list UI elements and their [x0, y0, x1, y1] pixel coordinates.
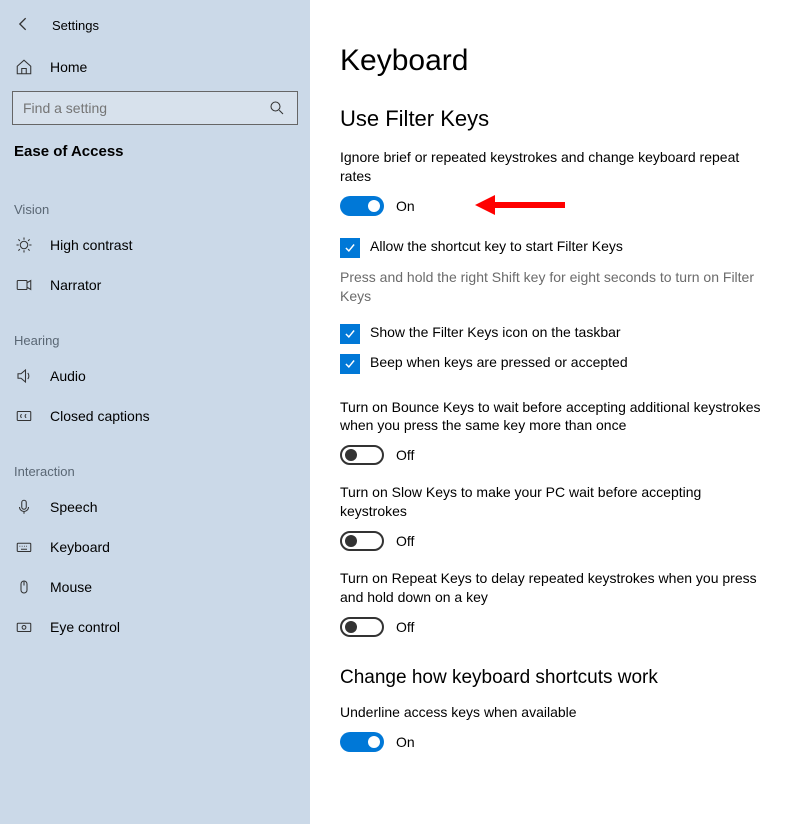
audio-icon — [14, 366, 34, 386]
speech-icon — [14, 497, 34, 517]
slow-desc: Turn on Slow Keys to make your PC wait b… — [340, 483, 771, 521]
nav-label: Narrator — [50, 277, 101, 293]
app-title: Settings — [52, 18, 99, 33]
group-interaction: Interaction — [0, 436, 310, 487]
shortcuts-heading: Change how keyboard shortcuts work — [340, 667, 771, 689]
underline-toggle[interactable] — [340, 732, 384, 752]
allow-shortcut-sub: Press and hold the right Shift key for e… — [340, 268, 771, 306]
sidebar-item-narrator[interactable]: Narrator — [0, 265, 310, 305]
search-icon — [267, 98, 287, 118]
mouse-icon — [14, 577, 34, 597]
filter-toggle-row: On — [340, 196, 771, 216]
filter-desc: Ignore brief or repeated keystrokes and … — [340, 148, 771, 186]
sidebar-item-eye-control[interactable]: Eye control — [0, 607, 310, 647]
sidebar-item-keyboard[interactable]: Keyboard — [0, 527, 310, 567]
sidebar-item-audio[interactable]: Audio — [0, 356, 310, 396]
allow-shortcut-row: Allow the shortcut key to start Filter K… — [340, 238, 771, 258]
slow-toggle-label: Off — [396, 533, 414, 549]
filter-heading: Use Filter Keys — [340, 106, 771, 132]
repeat-block: Turn on Repeat Keys to delay repeated ke… — [340, 569, 771, 637]
nav-label: Audio — [50, 368, 86, 384]
annotation-arrow-icon — [470, 190, 570, 220]
sidebar-item-high-contrast[interactable]: High contrast — [0, 225, 310, 265]
slow-keys-toggle[interactable] — [340, 531, 384, 551]
nav-label: Mouse — [50, 579, 92, 595]
allow-shortcut-checkbox[interactable] — [340, 238, 360, 258]
search-wrap — [0, 87, 310, 135]
underline-toggle-label: On — [396, 734, 415, 750]
main-content: Keyboard Use Filter Keys Ignore brief or… — [310, 0, 787, 824]
bounce-toggle-label: Off — [396, 447, 414, 463]
slow-block: Turn on Slow Keys to make your PC wait b… — [340, 483, 771, 551]
page-title: Keyboard — [340, 44, 771, 78]
beep-row: Beep when keys are pressed or accepted — [340, 354, 771, 374]
bounce-desc: Turn on Bounce Keys to wait before accep… — [340, 398, 771, 436]
back-icon[interactable] — [14, 14, 34, 37]
repeat-toggle-label: Off — [396, 619, 414, 635]
titlebar: Settings — [0, 8, 310, 47]
home-button[interactable]: Home — [0, 47, 310, 87]
eye-control-icon — [14, 617, 34, 637]
narrator-icon — [14, 275, 34, 295]
home-label: Home — [50, 59, 87, 75]
filter-toggle-label: On — [396, 198, 415, 214]
home-icon — [14, 57, 34, 77]
nav-label: Speech — [50, 499, 97, 515]
bounce-block: Turn on Bounce Keys to wait before accep… — [340, 398, 771, 466]
sidebar-item-closed-captions[interactable]: Closed captions — [0, 396, 310, 436]
bounce-keys-toggle[interactable] — [340, 445, 384, 465]
underline-desc: Underline access keys when available — [340, 703, 771, 722]
group-vision: Vision — [0, 174, 310, 225]
beep-label: Beep when keys are pressed or accepted — [370, 354, 628, 370]
group-hearing: Hearing — [0, 305, 310, 356]
nav-label: Closed captions — [50, 408, 150, 424]
nav-label: Keyboard — [50, 539, 110, 555]
keyboard-icon — [14, 537, 34, 557]
closed-captions-icon — [14, 406, 34, 426]
high-contrast-icon — [14, 235, 34, 255]
repeat-keys-toggle[interactable] — [340, 617, 384, 637]
show-taskbar-label: Show the Filter Keys icon on the taskbar — [370, 324, 621, 340]
sidebar-item-mouse[interactable]: Mouse — [0, 567, 310, 607]
show-taskbar-row: Show the Filter Keys icon on the taskbar — [340, 324, 771, 344]
beep-checkbox[interactable] — [340, 354, 360, 374]
allow-shortcut-label: Allow the shortcut key to start Filter K… — [370, 238, 623, 254]
repeat-desc: Turn on Repeat Keys to delay repeated ke… — [340, 569, 771, 607]
sidebar: Settings Home Ease of Access Vision High… — [0, 0, 310, 824]
nav-label: Eye control — [50, 619, 120, 635]
filter-keys-toggle[interactable] — [340, 196, 384, 216]
show-taskbar-checkbox[interactable] — [340, 324, 360, 344]
sidebar-item-speech[interactable]: Speech — [0, 487, 310, 527]
nav-label: High contrast — [50, 237, 132, 253]
search-box[interactable] — [12, 91, 298, 125]
section-header: Ease of Access — [0, 135, 310, 174]
search-input[interactable] — [23, 100, 247, 116]
